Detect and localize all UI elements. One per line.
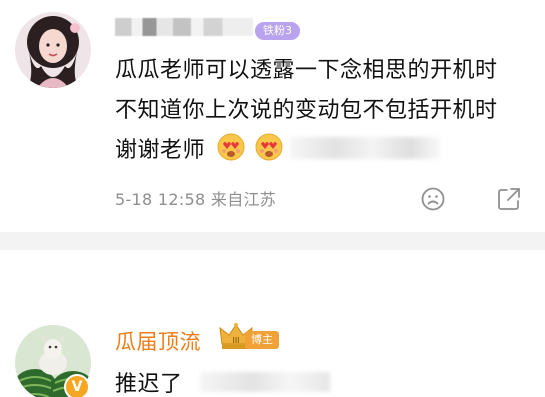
comment-timestamp: 5-18 12:58 xyxy=(115,190,206,209)
share-icon[interactable] xyxy=(496,186,522,212)
section-divider xyxy=(0,232,545,250)
comment-thread: 铁粉3 瓜瓜老师可以透露一下念相思的开机时 不知道你上次说的变动包不包括开机时 … xyxy=(0,0,545,397)
heart-eyes-emoji-icon xyxy=(255,133,283,161)
verified-v-icon: V xyxy=(64,374,90,397)
comment-meta: 5-18 12:58 来自江苏 xyxy=(115,186,276,210)
fan-level-badge[interactable]: 铁粉3 xyxy=(255,22,300,40)
svg-text:III: III xyxy=(232,336,239,345)
comment-location: 来自江苏 xyxy=(210,190,277,209)
frown-reaction-icon[interactable] xyxy=(420,186,446,212)
redacted-content xyxy=(290,137,440,159)
redacted-content xyxy=(200,372,330,392)
avatar-image xyxy=(15,12,91,88)
comment-text-line: 瓜瓜老师可以透露一下念相思的开机时 xyxy=(115,58,498,83)
blogger-badge: 博主 xyxy=(245,331,279,349)
comment-text-line: 不知道你上次说的变动包不包括开机时 xyxy=(115,98,498,123)
blogger-name[interactable]: 瓜届顶流 xyxy=(115,326,201,356)
username-redacted[interactable] xyxy=(115,18,253,36)
heart-eyes-emoji-icon xyxy=(217,133,245,161)
commenter-avatar[interactable] xyxy=(15,12,91,88)
reply-text: 推迟了 xyxy=(115,372,183,397)
